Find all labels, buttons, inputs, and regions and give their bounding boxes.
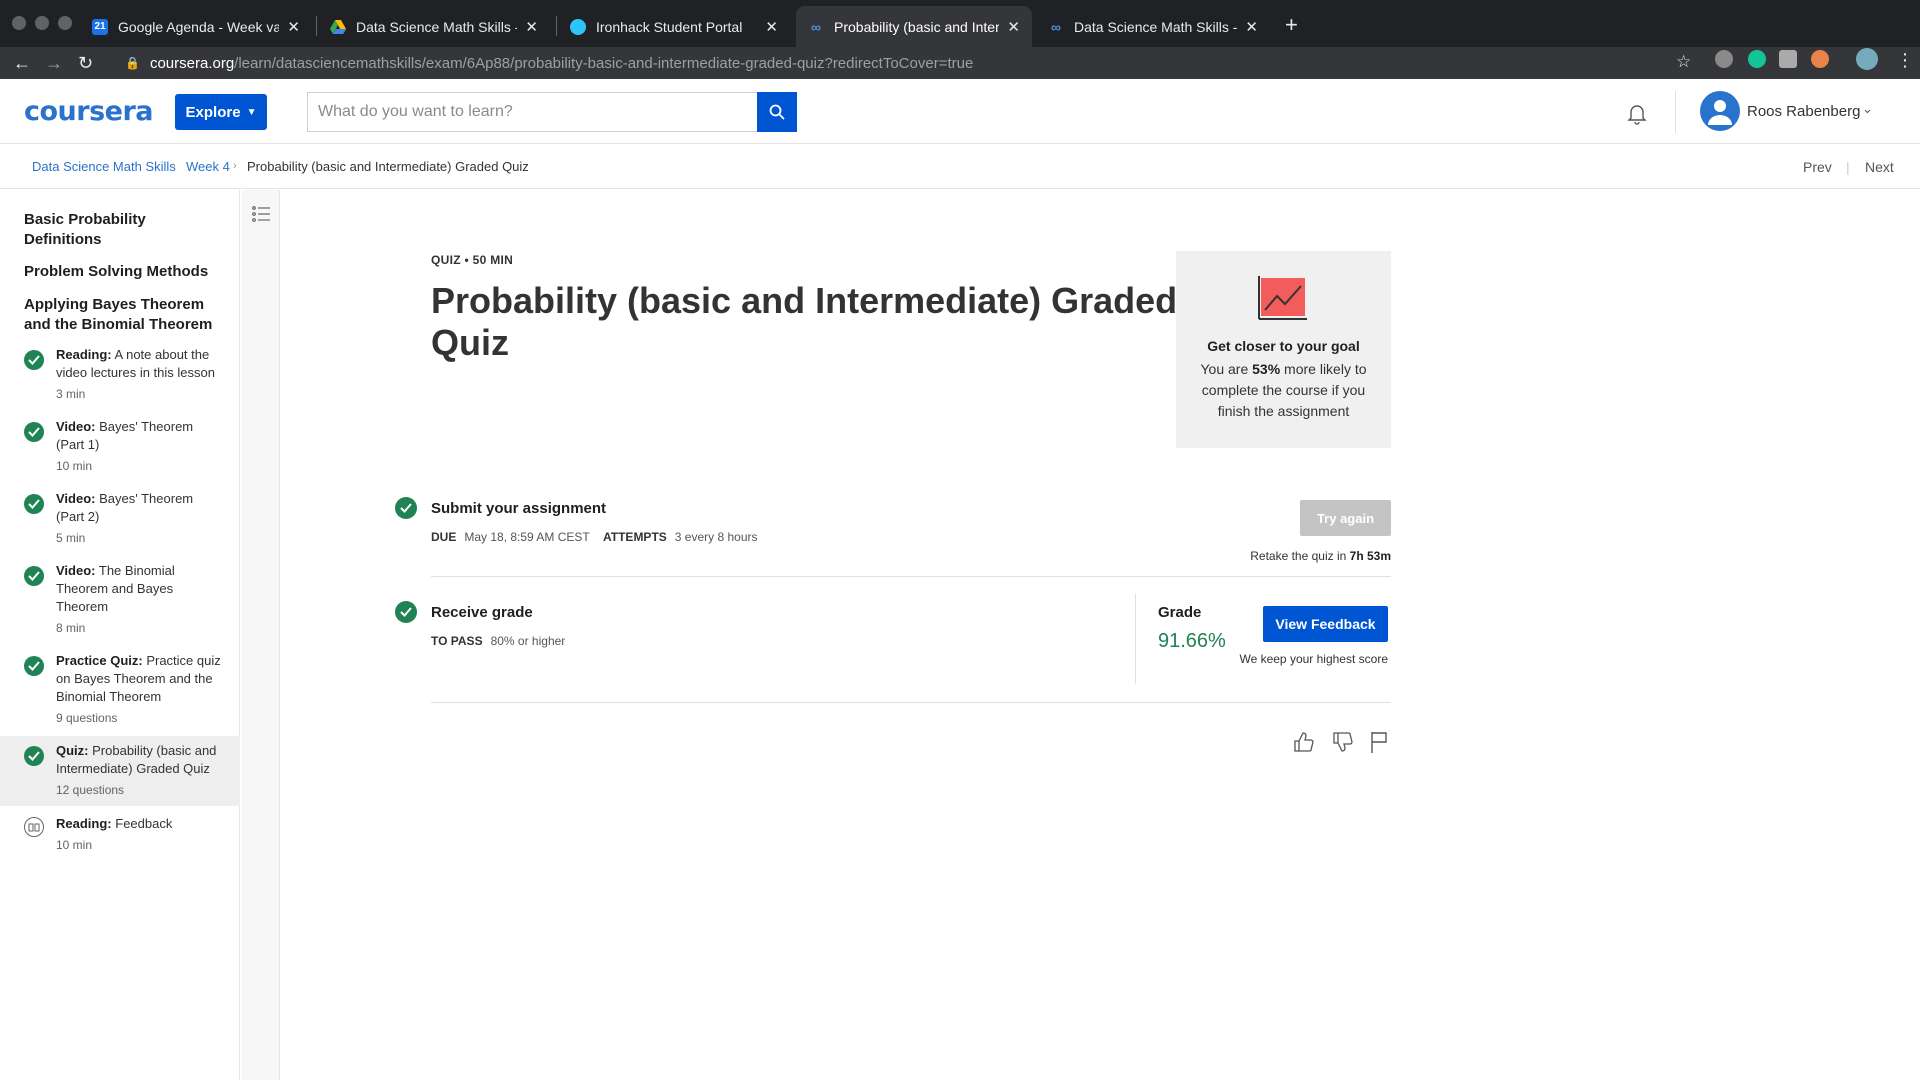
profile-avatar-icon[interactable] — [1856, 48, 1878, 70]
search-icon — [769, 104, 785, 120]
check-icon — [24, 656, 44, 676]
attempts: ATTEMPTS 3 every 8 hours — [603, 530, 758, 544]
extension-translate-icon[interactable] — [1779, 50, 1797, 68]
reload-icon[interactable]: ↻ — [78, 53, 93, 74]
window-zoom-dot[interactable] — [58, 16, 72, 30]
course-sidebar: Basic Probability Definitions Problem So… — [0, 190, 240, 1080]
check-icon — [24, 494, 44, 514]
check-icon — [24, 746, 44, 766]
sidebar-item-graded-quiz[interactable]: Quiz: Probability (basic and Intermediat… — [0, 736, 240, 806]
bookmark-star-icon[interactable]: ☆ — [1676, 52, 1691, 72]
browser-tab-math-skills-home[interactable]: ∞ Data Science Math Skills - Hon ✕ — [1036, 6, 1270, 47]
thumbs-down-icon[interactable] — [1332, 731, 1354, 753]
retake-timer: Retake the quiz in 7h 53m — [1250, 549, 1391, 563]
user-name[interactable]: Roos Rabenberg — [1747, 103, 1860, 120]
due-date: DUE May 18, 8:59 AM CEST — [431, 530, 590, 544]
page-title: Probability (basic and Intermediate) Gra… — [431, 280, 1178, 363]
goal-title: Get closer to your goal — [1207, 338, 1360, 354]
chevron-right-icon: › — [172, 160, 176, 172]
breadcrumb-week[interactable]: Week 4 — [186, 159, 230, 174]
tab-title: Google Agenda - Week van 20 — [118, 18, 280, 35]
breadcrumb: Data Science Math Skills › Week 4 › Prob… — [0, 145, 1920, 189]
sidebar-item-reading-feedback[interactable]: Reading: Feedback 10 min — [0, 815, 240, 865]
grade-label: Grade — [1158, 604, 1202, 621]
sidebar-toggle[interactable] — [242, 190, 280, 1080]
thumbs-up-icon[interactable] — [1293, 731, 1315, 753]
check-icon — [24, 566, 44, 586]
browser-tab-probability-quiz[interactable]: ∞ Probability (basic and Intermed ✕ — [796, 6, 1032, 47]
list-icon — [252, 206, 270, 222]
url-field[interactable]: 🔒 coursera.org/learn/datasciencemathskil… — [125, 51, 1705, 75]
check-icon — [24, 422, 44, 442]
sidebar-section-basic-probability[interactable]: Basic Probability Definitions — [24, 210, 224, 250]
tab-title: Data Science Math Skills - Hon — [1074, 18, 1238, 35]
chevron-down-icon: ▼ — [246, 106, 257, 118]
search-button[interactable] — [757, 92, 797, 132]
drive-icon — [330, 19, 346, 35]
close-icon[interactable]: ✕ — [287, 18, 300, 36]
sidebar-item-reading-note[interactable]: Reading: A note about the video lectures… — [0, 346, 240, 416]
window-close-dot[interactable] — [12, 16, 26, 30]
new-tab-button[interactable]: + — [1285, 12, 1298, 38]
goal-text: You are 53% more likely to complete the … — [1200, 361, 1367, 419]
sidebar-item-video-bayes-1[interactable]: Video: Bayes' Theorem (Part 1) 10 min — [0, 418, 240, 488]
pass-requirement: TO PASS 80% or higher — [431, 634, 566, 648]
check-icon — [395, 497, 417, 519]
sidebar-item-video-binomial[interactable]: Video: The Binomial Theorem and Bayes Th… — [0, 562, 240, 650]
highest-score-note: We keep your highest score — [1239, 652, 1388, 666]
site-header: coursera Explore ▼ What do you want to l… — [0, 79, 1920, 144]
close-icon[interactable]: ✕ — [1007, 18, 1020, 36]
lock-icon: 🔒 — [125, 56, 140, 70]
browser-tab-bar: 21 Google Agenda - Week van 20 ✕ Data Sc… — [0, 0, 1920, 47]
explore-button[interactable]: Explore ▼ — [175, 94, 267, 130]
calendar-icon: 21 — [92, 18, 108, 35]
coursera-icon: ∞ — [811, 18, 821, 35]
browser-tab-google-agenda[interactable]: 21 Google Agenda - Week van 20 ✕ — [80, 6, 312, 47]
forward-arrow-icon[interactable]: → — [45, 53, 63, 74]
tab-title: Probability (basic and Intermed — [834, 18, 1000, 35]
trend-chart-icon — [1258, 276, 1307, 320]
chevron-right-icon: › — [233, 160, 237, 172]
sidebar-item-video-bayes-2[interactable]: Video: Bayes' Theorem (Part 2) 5 min — [0, 490, 240, 560]
tab-title: Ironhack Student Portal — [596, 18, 743, 35]
browser-menu-icon[interactable]: ⋮ — [1896, 50, 1914, 71]
receive-grade-title: Receive grade — [431, 604, 533, 621]
ironhack-icon — [570, 18, 586, 35]
submit-assignment-title: Submit your assignment — [431, 500, 607, 517]
coursera-logo[interactable]: coursera — [24, 96, 154, 127]
breadcrumb-course[interactable]: Data Science Math Skills — [32, 159, 176, 174]
search-input[interactable]: What do you want to learn? — [307, 92, 757, 132]
next-link[interactable]: Next — [1865, 159, 1894, 175]
sidebar-item-practice-quiz[interactable]: Practice Quiz: Practice quiz on Bayes Th… — [0, 652, 240, 740]
sidebar-section-problem-solving[interactable]: Problem Solving Methods — [24, 262, 224, 282]
close-icon[interactable]: ✕ — [765, 18, 778, 36]
grade-value: 91.66% — [1158, 630, 1226, 652]
notifications-bell-icon[interactable] — [1625, 101, 1649, 130]
grammarly-icon[interactable] — [1748, 50, 1766, 68]
address-bar: ← → ↻ 🔒 coursera.org/learn/datasciencema… — [0, 47, 1920, 79]
sidebar-section-bayes[interactable]: Applying Bayes Theorem and the Binomial … — [24, 295, 224, 335]
tab-title: Data Science Math Skills - Cou — [356, 18, 517, 35]
user-avatar[interactable] — [1700, 91, 1740, 131]
close-icon[interactable]: ✕ — [1245, 18, 1258, 36]
check-icon — [395, 601, 417, 623]
coursera-icon: ∞ — [1051, 18, 1061, 35]
browser-tab-ironhack[interactable]: Ironhack Student Portal ✕ — [558, 6, 790, 47]
view-feedback-button[interactable]: View Feedback — [1263, 606, 1388, 642]
extension-bottle-icon[interactable] — [1811, 50, 1829, 68]
chevron-down-icon[interactable]: ⌄ — [1862, 101, 1873, 117]
prev-link[interactable]: Prev — [1803, 159, 1832, 175]
window-minimize-dot[interactable] — [35, 16, 49, 30]
book-icon — [24, 817, 44, 837]
breadcrumb-current: Probability (basic and Intermediate) Gra… — [247, 159, 529, 174]
back-arrow-icon[interactable]: ← — [13, 53, 31, 74]
goal-card: Get closer to your goal You are 53% more… — [1176, 251, 1391, 448]
flag-icon[interactable] — [1369, 731, 1389, 753]
check-icon — [24, 350, 44, 370]
browser-tab-math-skills[interactable]: Data Science Math Skills - Cou ✕ — [318, 6, 550, 47]
try-again-button[interactable]: Try again — [1300, 500, 1391, 536]
extension-drive-icon[interactable] — [1715, 50, 1733, 68]
quiz-kicker: QUIZ • 50 MIN — [431, 253, 514, 267]
close-icon[interactable]: ✕ — [525, 18, 538, 36]
